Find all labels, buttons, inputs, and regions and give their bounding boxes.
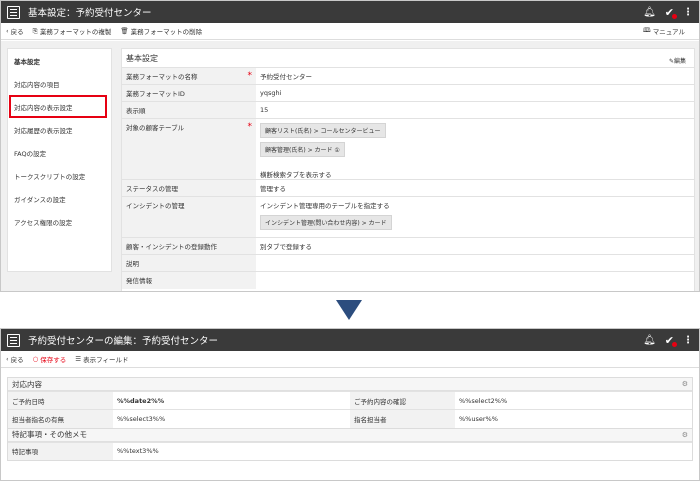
check-icon[interactable]: ✔ [665,6,677,19]
sidebar-item-faq[interactable]: FAQの設定 [8,141,111,164]
table-row: ご予約日時 %%date2%% ご予約内容の確認 %%select2%% [8,391,692,410]
table-row: 業務フォーマットID yqsghi [122,84,694,102]
back-button[interactable]: ‹ 戻る [6,354,24,364]
copy-icon: ⎘ [32,26,38,35]
kebab-menu-icon[interactable]: ⋮ [683,335,693,346]
list-icon: ☰ [75,355,82,363]
response-table: ご予約日時 %%date2%% ご予約内容の確認 %%select2%% 担当者… [8,391,692,428]
save-circle-icon: ○ [32,355,39,363]
display-fields-button[interactable]: ☰ 表示フィールド [75,354,128,364]
table-row: ステータスの管理 管理する [122,179,694,197]
field-placeholder[interactable]: %%select2%% [455,391,692,410]
field-placeholder[interactable]: %%date2%% [113,391,350,410]
table-row: 顧客・インシデントの登録動作 別タブで登録する [122,237,694,255]
edit-button[interactable]: ✎編集 [669,56,686,65]
edit-window: 予約受付センターの編集：予約受付センター 🔔︎ ✔ ⋮ ‹ 戻る ○ 保存する ☰ 表… [0,328,700,481]
section-response: 対応内容 ⚙ ご予約日時 %%date2%% ご予約内容の確認 %%select… [7,377,693,429]
customer-table-chip: 顧客管理(氏名) > カード ① [260,142,345,157]
sidebar-item-access[interactable]: アクセス権限の設定 [8,210,111,233]
sidebar-heading[interactable]: 基本設定 [8,49,111,72]
table-row: 対象の顧客テーブル * 顧客リスト(氏名) > コールセンタービュー 顧客管理(氏… [122,118,694,180]
notification-dot [672,13,677,19]
title-bar: 基本設定：予約受付センター 🔔︎ ✔ ⋮ [1,1,699,23]
sidebar-item-display-settings[interactable]: 対応内容の表示設定 [9,95,107,118]
table-row: インシデントの管理 インシデント管理専用のテーブルを指定する インシデント管理(… [122,196,694,238]
sidebar-item-fields[interactable]: 対応内容の項目 [8,72,111,95]
field-placeholder[interactable]: %%text3%% [113,441,692,460]
incident-value: インシデント管理専用のテーブルを指定する [260,202,390,210]
section-title: 特記事項・その他メモ [12,430,87,439]
table-row: 担当者指名の有無 %%select3%% 指名担当者 %%user%% [8,409,692,428]
delete-format-button[interactable]: 🗑︎ 業務フォーマットの削除 [120,26,202,36]
field-placeholder[interactable]: %%select3%% [113,409,350,428]
gear-icon[interactable]: ⚙ [682,431,688,439]
bell-icon[interactable]: 🔔︎ [643,335,656,346]
customer-table-chip: 顧客リスト(氏名) > コールセンタービュー [260,123,386,138]
trash-icon: 🗑︎ [120,27,129,35]
manual-link[interactable]: 🕮︎ マニュアル [643,26,685,37]
section-title: 対応内容 [12,379,42,389]
required-mark: * [247,122,253,132]
copy-format-button[interactable]: ⎘ 業務フォーマットの複製 [32,26,112,37]
down-arrow-icon [336,300,362,320]
sidebar-item-history-display[interactable]: 対応履歴の表示設定 [8,118,111,141]
table-row: 発信情報 [122,271,694,289]
page-title: 基本設定：予約受付センター [28,8,152,19]
incident-table-chip: インシデント管理(問い合わせ内容) > カード [260,215,392,230]
sidebar-item-guidance[interactable]: ガイダンスの設定 [8,187,111,210]
toolbar: ‹ 戻る ○ 保存する ☰ 表示フィールド [1,351,699,368]
basic-settings-panel: 基本設定 ✎編集 業務フォーマットの名称 * 予約受付センター 業務フォーマットI… [121,48,695,291]
hamburger-menu-icon[interactable] [7,5,20,19]
back-button[interactable]: ‹ 戻る [6,26,24,36]
table-row: 表示順 15 [122,101,694,119]
bell-icon[interactable]: 🔔︎ [643,7,656,18]
basic-settings-window: 基本設定：予約受付センター 🔔︎ ✔ ⋮ ‹ 戻る ⎘ 業務フォーマットの複製 🗑︎… [0,0,700,292]
title-bar: 予約受付センターの編集：予約受付センター 🔔︎ ✔ ⋮ [1,329,699,351]
notes-table: 特記事項 %%text3%% [8,441,692,460]
save-button[interactable]: ○ 保存する [33,354,67,364]
section-notes: 特記事項・その他メモ ⚙ 特記事項 %%text3%% [7,428,693,461]
notification-dot [672,341,677,347]
sidebar-item-talk-script[interactable]: トークスクリプトの設定 [8,164,111,187]
book-icon: 🕮︎ [643,25,651,34]
chevron-left-icon: ‹ [6,27,9,35]
field-placeholder[interactable]: %%user%% [455,409,692,428]
gear-icon[interactable]: ⚙ [682,380,688,388]
table-row: 特記事項 %%text3%% [8,441,692,460]
hamburger-menu-icon[interactable] [7,333,20,347]
check-icon[interactable]: ✔ [665,334,677,347]
cross-search-note: 横断検索タブを表示する [260,171,332,179]
kebab-menu-icon[interactable]: ⋮ [683,7,693,18]
sidebar: 基本設定 対応内容の項目 対応内容の表示設定 対応履歴の表示設定 FAQの設定 … [7,48,112,272]
page-title: 予約受付センターの編集：予約受付センター [28,336,219,347]
table-row: 業務フォーマットの名称 * 予約受付センター [122,67,694,85]
settings-table: 業務フォーマットの名称 * 予約受付センター 業務フォーマットID yqsghi … [122,67,694,289]
panel-title: 基本設定 [126,53,158,63]
toolbar: ‹ 戻る ⎘ 業務フォーマットの複製 🗑︎ 業務フォーマットの削除 🕮︎ マニュアル [1,23,699,40]
table-row: 説明 [122,254,694,272]
chevron-left-icon: ‹ [6,355,9,363]
required-mark: * [247,71,253,81]
